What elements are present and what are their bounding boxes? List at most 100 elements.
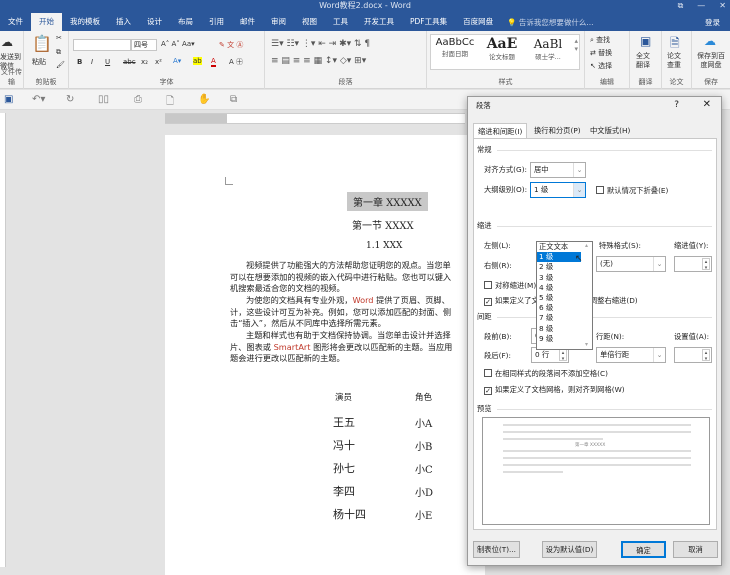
cut-icon[interactable]: ✂ bbox=[56, 34, 62, 42]
option-level-5[interactable]: 5 级 bbox=[537, 293, 581, 303]
copy-icon[interactable]: ⧉ bbox=[56, 48, 61, 57]
mirror-indent-checkbox[interactable]: 对称缩进(M) bbox=[484, 281, 536, 291]
font-size-select[interactable]: 四号 bbox=[131, 39, 157, 51]
list-icons[interactable]: ☰▾ ☷▾ ⋮▾ ⇤ ⇥ ✱▾ ⇅ ¶ bbox=[271, 39, 370, 49]
tab-layout[interactable]: 布局 bbox=[170, 13, 201, 31]
underline-button[interactable]: U bbox=[105, 58, 110, 66]
tell-me-input[interactable]: 💡 告诉我您想要做什么... bbox=[507, 17, 593, 28]
tab-baidu[interactable]: 百度网盘 bbox=[455, 13, 501, 31]
text-effects-icon[interactable]: A▾ bbox=[173, 57, 181, 65]
option-level-9[interactable]: 9 级 bbox=[537, 334, 581, 344]
login-button[interactable]: 登录 bbox=[705, 17, 720, 28]
save-baidu-button[interactable]: 保存到百度网盘 bbox=[694, 52, 728, 70]
print-preview-icon[interactable]: ⎙ bbox=[134, 94, 142, 105]
option-level-8[interactable]: 8 级 bbox=[537, 324, 581, 334]
grow-font-icon[interactable]: A˄ A˅ Aa▾ bbox=[161, 40, 195, 48]
tab-indent-spacing[interactable]: 缩进和间距(I) bbox=[473, 123, 528, 138]
tab-insert[interactable]: 插入 bbox=[108, 13, 139, 31]
styles-scroll[interactable]: ▴ ▾ bbox=[574, 37, 578, 53]
dropdown-scrollbar[interactable]: ▴ ▾ bbox=[581, 242, 592, 349]
strikethrough-button[interactable]: abc bbox=[123, 58, 136, 66]
close-window-icon[interactable]: ✕ bbox=[719, 1, 726, 10]
subsection-heading[interactable]: 1.1 XXX bbox=[366, 241, 402, 251]
spinner-arrows-icon[interactable]: ▴▾ bbox=[702, 258, 710, 271]
style-cover-date[interactable]: AaBbCc 封面日期 bbox=[432, 37, 478, 58]
tab-asian-typography[interactable]: 中文版式(H) bbox=[586, 123, 634, 138]
tab-pdf[interactable]: PDF工具集 bbox=[402, 13, 455, 31]
char-shading-icon[interactable]: A ㊉ bbox=[229, 57, 243, 67]
option-level-7[interactable]: 7 级 bbox=[537, 313, 581, 323]
find-button[interactable]: ⌕ 查找 bbox=[590, 35, 610, 45]
section-heading[interactable]: 第一节 XXXX bbox=[352, 217, 414, 232]
spinner-arrows-icon[interactable]: ▴▾ bbox=[702, 349, 710, 362]
tab-view[interactable]: 视图 bbox=[294, 13, 325, 31]
bold-button[interactable]: B bbox=[77, 58, 82, 66]
horizontal-ruler[interactable] bbox=[165, 113, 465, 124]
paragraph-2[interactable]: 为使您的文档具有专业外观，Word 提供了页眉、页脚、 计，这些设计可互为补充。… bbox=[230, 295, 470, 330]
customize-icon[interactable]: ⧉ bbox=[230, 94, 237, 105]
indent-value-spinner[interactable]: ▴ ▾ bbox=[674, 256, 712, 272]
special-select[interactable]: (无) ⌄ bbox=[596, 256, 666, 272]
option-level-4[interactable]: 4 级 bbox=[537, 283, 581, 293]
para-line: 题会进行更改以匹配新的主题。 bbox=[230, 353, 345, 364]
document-page[interactable]: 第一章 XXXXX 第一节 XXXX 1.1 XXX 视频提供了功能强大的方法帮… bbox=[165, 135, 485, 575]
outline-level-dropdown[interactable]: 正文文本 1 级 2 级 3 级 4 级 5 级 6 级 7 级 8 级 9 级… bbox=[536, 241, 593, 350]
outline-level-select[interactable]: 1 级 ⌄ bbox=[530, 182, 586, 198]
clear-format-icon[interactable]: ✎ 文 Ⓐ bbox=[219, 40, 243, 50]
highlight-icon[interactable]: ab bbox=[193, 57, 202, 65]
paste-button[interactable]: 粘贴 bbox=[32, 57, 46, 67]
tab-design[interactable]: 设计 bbox=[139, 13, 170, 31]
preview-icon[interactable]: 🗋 bbox=[166, 94, 174, 111]
touch-mode-icon[interactable]: ✋ bbox=[198, 94, 210, 105]
read-mode-icon[interactable]: ▯▯ bbox=[98, 94, 109, 105]
format-painter-icon[interactable]: 🖌 bbox=[56, 61, 65, 69]
close-dialog-button[interactable]: ✕ bbox=[703, 99, 711, 110]
italic-button[interactable]: I bbox=[91, 58, 93, 66]
no-space-checkbox[interactable]: 在相同样式的段落间不添加空格(C) bbox=[484, 369, 608, 379]
tab-mailings[interactable]: 邮件 bbox=[232, 13, 263, 31]
option-level-6[interactable]: 6 级 bbox=[537, 303, 581, 313]
minimize-icon[interactable]: — bbox=[697, 1, 705, 10]
collapse-checkbox[interactable]: 默认情况下折叠(E) bbox=[596, 186, 668, 196]
select-button[interactable]: ↖ 选择 bbox=[590, 61, 612, 71]
superscript-button[interactable]: x² bbox=[155, 58, 162, 66]
font-color-icon[interactable]: A bbox=[211, 57, 216, 67]
option-level-3[interactable]: 3 级 bbox=[537, 273, 581, 283]
tab-developer[interactable]: 开发工具 bbox=[356, 13, 402, 31]
style-thesis-title[interactable]: AaE 论文标题 bbox=[479, 37, 525, 61]
style-master[interactable]: AaBl 硕士学... bbox=[526, 37, 570, 61]
ok-button[interactable]: 确定 bbox=[621, 541, 666, 558]
undo-icon[interactable]: ↶▾ bbox=[32, 94, 45, 105]
paragraph-1[interactable]: 视频提供了功能强大的方法帮助您证明您的观点。当您单 可以在想要添加的视频的嵌入代… bbox=[230, 260, 470, 295]
tab-references[interactable]: 引用 bbox=[201, 13, 232, 31]
snap-grid-checkbox[interactable]: ✓ 如果定义了文档网格，则对齐到网格(W) bbox=[484, 385, 625, 395]
alignment-select[interactable]: 居中 ⌄ bbox=[530, 162, 586, 178]
tab-line-page-breaks[interactable]: 换行和分页(P) bbox=[530, 123, 585, 138]
para-text: 图形将会更改以匹配新的主题。当应用 bbox=[313, 341, 453, 352]
translate-button[interactable]: 全文翻译 bbox=[636, 52, 656, 70]
spinner-arrows-icon[interactable]: ▴▾ bbox=[559, 349, 567, 362]
tabs-button[interactable]: 制表位(T)... bbox=[473, 541, 520, 558]
option-body-text[interactable]: 正文文本 bbox=[537, 242, 581, 252]
tab-file[interactable]: 文件 bbox=[0, 13, 31, 31]
cancel-button[interactable]: 取消 bbox=[673, 541, 718, 558]
smartart-text: SmartArt bbox=[273, 341, 311, 352]
thesis-check-button[interactable]: 论文查重 bbox=[667, 52, 687, 70]
restore-icon[interactable]: ⧉ bbox=[678, 1, 684, 10]
save-icon[interactable]: ▣ bbox=[4, 94, 13, 105]
chapter-heading[interactable]: 第一章 XXXXX bbox=[347, 192, 428, 211]
redo-icon[interactable]: ↻ bbox=[66, 94, 74, 105]
set-default-button[interactable]: 设为默认值(D) bbox=[542, 541, 597, 558]
at-spinner[interactable]: ▴ ▾ bbox=[674, 347, 712, 363]
help-button[interactable]: ? bbox=[674, 100, 679, 110]
paragraph-3[interactable]: 主题和样式也有助于文档保持协调。当您单击设计并选择 片、图表或 SmartArt… bbox=[230, 330, 470, 365]
tab-templates[interactable]: 我的模板 bbox=[62, 13, 108, 31]
subscript-button[interactable]: x₂ bbox=[141, 58, 148, 66]
alignment-icons[interactable]: ≡ ▤ ≡ ≡ ▦ ↕▾ ◇▾ ⊞▾ bbox=[271, 56, 366, 66]
tab-tools[interactable]: 工具 bbox=[325, 13, 356, 31]
replace-button[interactable]: ⇄ 替换 bbox=[590, 48, 612, 58]
tab-review[interactable]: 审阅 bbox=[263, 13, 294, 31]
line-spacing-select[interactable]: 单倍行距 ⌄ bbox=[596, 347, 666, 363]
font-name-select[interactable] bbox=[73, 39, 131, 51]
tab-home[interactable]: 开始 bbox=[31, 13, 62, 31]
